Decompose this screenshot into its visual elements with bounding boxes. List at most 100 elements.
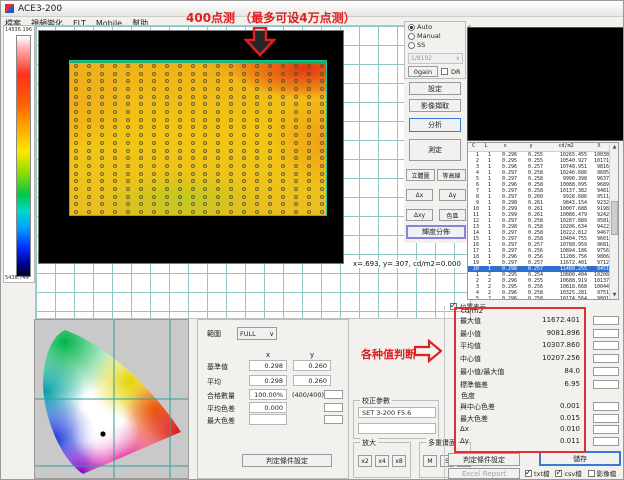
measure-point [139,164,143,168]
measure-point [320,118,324,122]
file-format-check[interactable]: 影像檔 [588,468,617,478]
zoom-x2-button[interactable]: x2 [358,455,372,467]
multi-m-button[interactable]: M [423,455,437,467]
mode-radio-auto[interactable]: Auto [408,23,465,31]
measure-point [87,102,91,106]
analyze-button[interactable]: 分析 [409,118,461,132]
mode-radio-ss[interactable]: SS [408,41,465,49]
measure-point [307,141,311,145]
measure-point [152,133,156,137]
checkbox-icon[interactable] [525,470,532,477]
table-body[interactable]: 110.2960.25510265.45510038210.2950.25510… [468,152,618,300]
measure-point [203,133,207,137]
measure-point [229,79,233,83]
table-cell: 5 [468,296,481,300]
radio-icon[interactable] [408,24,415,31]
judge-condition-button-middle[interactable]: 判定條件設定 [242,454,332,467]
measure-point [216,179,220,183]
measure-point [74,187,78,191]
scroll-thumb[interactable] [611,201,618,235]
reference-y-field[interactable]: 0.260 [293,360,331,371]
measure-point [126,210,130,214]
luminance-distribution-button[interactable]: 輝度分佈 [406,225,466,239]
measure-point [242,72,246,76]
measure-point [294,164,298,168]
delta-x-button[interactable]: Δx [406,189,433,201]
avg-colordiff-label: 平均色差 [207,404,235,414]
measure-point [74,202,78,206]
reference-x-field[interactable]: 0.298 [249,360,287,371]
measure-point [74,79,78,83]
measure-point [178,133,182,137]
scroll-down-icon[interactable]: ▼ [610,291,619,299]
checkbox-icon[interactable] [588,470,595,477]
position-display-checkbox[interactable] [450,303,457,310]
measure-point [255,102,259,106]
contour-button[interactable]: 等高線 [437,169,466,181]
measure-point [165,87,169,91]
color-zone-button[interactable]: 色區 [439,209,466,221]
measure-point [87,64,91,68]
dr-checkbox[interactable] [441,68,448,75]
measure-point [113,95,117,99]
exposure-select[interactable]: 1/8192∨ [408,53,463,64]
table-row[interactable]: 520.2960.25810174.5649801 [468,296,618,300]
radio-icon[interactable] [408,42,415,49]
measure-point [74,133,78,137]
image-capture-button[interactable]: 影像擷取 [409,99,461,112]
radio-icon[interactable] [408,33,415,40]
measure-point [268,164,272,168]
excel-report-button[interactable]: Excel Report [448,468,520,479]
measure-button[interactable]: 測定 [409,139,461,161]
delta-y-button[interactable]: Δy [439,189,466,201]
camera-preview [467,27,624,141]
measure-point [113,87,117,91]
save-button[interactable]: 儲存 [539,451,621,466]
table-scrollbar[interactable]: ▲ ▼ [609,143,618,299]
radio-label: SS [417,41,425,49]
zoom-x8-button[interactable]: x8 [392,455,406,467]
settings-button[interactable]: 設定 [409,82,461,95]
file-format-check[interactable]: csv檔 [555,468,581,478]
measurement-table[interactable]: CLxycd/m2X 110.2960.25510265.45510038210… [467,142,619,300]
table-header-cell: y [519,143,545,151]
measure-point [255,164,259,168]
measure-point [229,172,233,176]
zoom-x4-button[interactable]: x4 [375,455,389,467]
checkbox-icon[interactable] [555,470,562,477]
measure-point [242,102,246,106]
image-canvas[interactable] [38,30,344,264]
white-point-marker [100,431,105,436]
average-y-field[interactable]: 0.260 [293,375,331,386]
measure-point [100,110,104,114]
measure-point [268,110,272,114]
table-cell: 10174.564 [545,296,589,300]
range-select[interactable]: FULL∨ [237,327,277,340]
mode-radio-manual[interactable]: Manual [408,32,465,40]
delta-xy-button[interactable]: Δxy [406,209,433,221]
measure-point [191,172,195,176]
annotation-down-arrow-icon [244,27,276,57]
measure-point [113,110,117,114]
file-format-check[interactable]: txt檔 [525,468,549,478]
zero-gain-button[interactable]: 0gain [408,66,438,77]
measure-point [139,102,143,106]
stereo-button[interactable]: 立體圖 [406,169,435,181]
measure-point [255,133,259,137]
table-cell: 9801 [589,296,611,300]
chroma-indicator-box [593,425,619,434]
measure-point [216,141,220,145]
scroll-up-icon[interactable]: ▲ [610,143,619,151]
average-x-field[interactable]: 0.298 [249,375,287,386]
measure-point [87,156,91,160]
measure-point [178,164,182,168]
calibration-extra-field[interactable] [358,423,436,434]
measure-point [152,179,156,183]
measure-point [307,87,311,91]
measure-point [229,141,233,145]
judge-condition-button[interactable]: 判定條件設定 [448,453,520,466]
calibration-value-field[interactable]: SET 3-200 F5.6 [358,407,436,418]
multi-screen-label: 多重畫面 [426,438,458,448]
stat-row: Δy0.011 [460,437,580,445]
measure-point [191,210,195,214]
